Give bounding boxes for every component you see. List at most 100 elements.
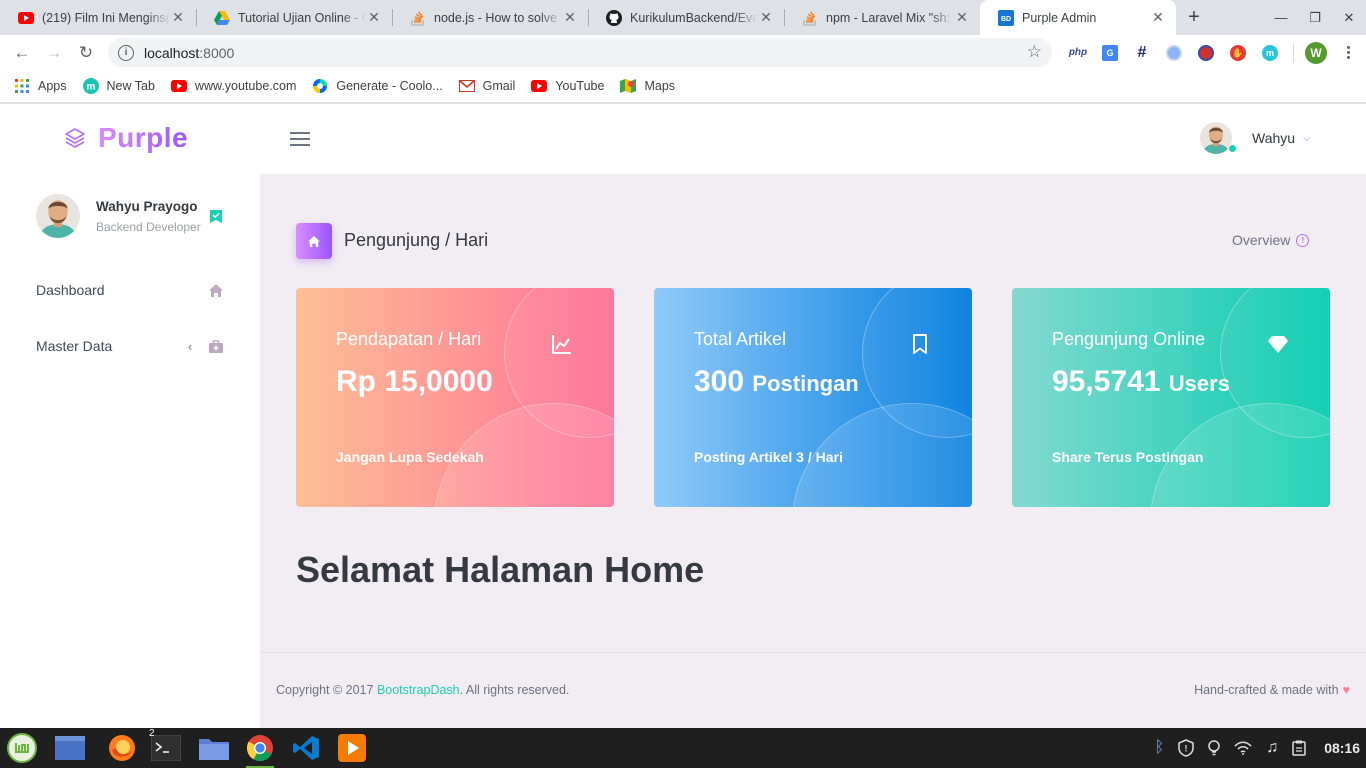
info-icon[interactable]: i	[118, 44, 134, 61]
bookmark-item[interactable]: Maps	[620, 78, 675, 94]
bookmark-item[interactable]: m New Tab	[82, 78, 155, 94]
close-window-icon[interactable]: ✕	[1332, 0, 1366, 35]
mint-menu-icon[interactable]	[6, 732, 38, 764]
lightbulb-icon[interactable]	[1208, 740, 1220, 756]
home-icon	[296, 223, 332, 259]
youtube-icon	[531, 78, 548, 94]
files-icon[interactable]	[198, 732, 230, 764]
shield-icon[interactable]: !	[1178, 739, 1194, 757]
wifi-icon[interactable]	[1234, 741, 1252, 755]
stackoverflow-icon	[802, 10, 818, 26]
sidebar-item-master-data[interactable]: Master Data ‹	[36, 334, 224, 358]
card-footer: Jangan Lupa Sedekah	[336, 449, 484, 465]
m-extension-icon[interactable]: m	[1254, 37, 1286, 69]
firefox-icon[interactable]	[106, 732, 138, 764]
card-footer: Share Terus Postingan	[1052, 449, 1204, 465]
bookmark-label: Generate - Coolo...	[336, 79, 443, 93]
bluetooth-icon[interactable]: ᛒ	[1155, 739, 1165, 757]
bookmark-item[interactable]: Gmail	[458, 78, 515, 94]
translate-extension-icon[interactable]: G	[1094, 37, 1126, 69]
new-tab-button[interactable]: +	[1176, 0, 1212, 35]
footer-credit: Hand-crafted & made with ♥	[1194, 683, 1350, 697]
browser-tab-strip: (219) Film Ini Menginspirasi ✕ Tutorial …	[0, 0, 1366, 35]
user-dropdown[interactable]: Wahyu ⌵	[1200, 122, 1311, 154]
terminal-icon[interactable]: 2	[149, 728, 182, 764]
minimize-icon[interactable]: —	[1264, 0, 1298, 35]
youtube-icon	[18, 10, 34, 26]
sidebar-item-label: Master Data	[36, 338, 113, 354]
sidebar-item-dashboard[interactable]: Dashboard	[36, 278, 224, 302]
online-status-dot	[1228, 144, 1237, 153]
bookmark-item[interactable]: Generate - Coolo...	[312, 78, 443, 94]
github-icon	[606, 9, 622, 26]
gmail-icon	[458, 78, 475, 94]
browser-tab[interactable]: (219) Film Ini Menginspirasi ✕	[0, 0, 196, 35]
tab-close-icon[interactable]: ✕	[758, 9, 774, 26]
clipboard-icon[interactable]	[1292, 740, 1306, 756]
address-bar[interactable]: i localhost:8000 ☆	[108, 38, 1052, 67]
avatar	[36, 194, 80, 238]
stop-extension-icon[interactable]: ✋	[1222, 37, 1254, 69]
chrome-menu-icon[interactable]	[1332, 37, 1364, 69]
maximize-icon[interactable]: ❐	[1298, 0, 1332, 35]
reload-icon[interactable]: ↻	[70, 37, 102, 69]
sidebar: Wahyu Prayogo Backend Developer Dashboar…	[0, 174, 260, 728]
tab-title: (219) Film Ini Menginspirasi	[42, 10, 170, 25]
tab-close-icon[interactable]: ✕	[562, 9, 578, 26]
back-arrow-icon[interactable]: ←	[6, 37, 38, 69]
bookmark-item[interactable]: www.youtube.com	[170, 78, 296, 94]
card-value: Rp 15,0000	[336, 365, 493, 399]
stat-card-revenue[interactable]: Pendapatan / Hari Rp 15,0000 Jangan Lupa…	[296, 288, 614, 507]
web-page: Purple Wahyu ⌵ Wahyu Prayogo Backend Dev…	[0, 104, 1366, 728]
os-taskbar: 2 ᛒ ! ♫ 08:16	[0, 728, 1366, 768]
bookmark-item[interactable]: Apps	[14, 78, 67, 94]
overview-link[interactable]: Overview !	[1232, 232, 1310, 248]
show-desktop-icon[interactable]	[54, 732, 86, 764]
tab-close-icon[interactable]: ✕	[1150, 9, 1166, 26]
chrome-icon[interactable]	[244, 732, 276, 768]
php-extension-icon[interactable]: php	[1062, 37, 1094, 69]
system-tray: ᛒ ! ♫ 08:16	[1141, 728, 1360, 768]
rights-text: . All rights reserved.	[459, 683, 570, 697]
window-controls: — ❐ ✕	[1264, 0, 1366, 35]
main-content: Pengunjung / Hari Overview ! Pendapatan …	[260, 174, 1366, 728]
stat-card-visitors[interactable]: Pengunjung Online 95,5741 Users Share Te…	[1012, 288, 1330, 507]
brand-logo[interactable]: Purple	[64, 122, 188, 154]
red-circle-extension-icon[interactable]	[1190, 37, 1222, 69]
svg-text:!: !	[1185, 744, 1188, 754]
url-host: localhost	[144, 44, 200, 61]
bookmark-star-icon[interactable]: ☆	[1027, 42, 1042, 62]
tab-close-icon[interactable]: ✕	[170, 9, 186, 26]
tab-close-icon[interactable]: ✕	[954, 9, 970, 26]
browser-tab[interactable]: node.js - How to solve ✕	[392, 0, 588, 35]
card-value-number: 300	[694, 365, 745, 398]
bookmark-item[interactable]: YouTube	[531, 78, 604, 94]
browser-tab[interactable]: Tutorial Ujian Online - Google Drive ✕	[196, 0, 392, 35]
coolors-icon	[312, 78, 328, 94]
tab-title: Purple Admin	[1022, 10, 1097, 25]
media-player-icon[interactable]	[336, 732, 368, 764]
profile-avatar[interactable]: W	[1300, 37, 1332, 69]
clock[interactable]: 08:16	[1324, 740, 1360, 756]
sidebar-profile[interactable]: Wahyu Prayogo Backend Developer	[36, 194, 222, 238]
browser-tab-active[interactable]: BD Purple Admin ✕	[980, 0, 1176, 35]
menu-toggle-icon[interactable]	[290, 132, 310, 150]
card-value: 300 Postingan	[694, 365, 859, 399]
browser-tab[interactable]: npm - Laravel Mix "sh: 1 ✕	[784, 0, 980, 35]
crop-extension-icon[interactable]: #	[1126, 37, 1158, 69]
tab-close-icon[interactable]: ✕	[366, 9, 382, 26]
bootstrapdash-link[interactable]: BootstrapDash	[377, 683, 460, 697]
music-note-icon[interactable]: ♫	[1266, 739, 1278, 757]
chevron-down-icon: ⌵	[1303, 132, 1311, 144]
card-value-unit: Postingan	[752, 371, 859, 396]
maps-icon	[620, 78, 637, 94]
apps-grid-icon	[14, 78, 30, 94]
terminal-badge: 2	[149, 728, 155, 739]
stat-card-articles[interactable]: Total Artikel 300 Postingan Posting Arti…	[654, 288, 972, 507]
sidebar-item-label: Dashboard	[36, 282, 105, 298]
browser-tab[interactable]: KurikulumBackend/Evaluasi ✕	[588, 0, 784, 35]
tab-title: Tutorial Ujian Online - Google Drive	[238, 10, 366, 25]
vscode-icon[interactable]	[290, 732, 322, 764]
forward-arrow-icon[interactable]: →	[38, 37, 70, 69]
blue-extension-icon[interactable]	[1158, 37, 1190, 69]
